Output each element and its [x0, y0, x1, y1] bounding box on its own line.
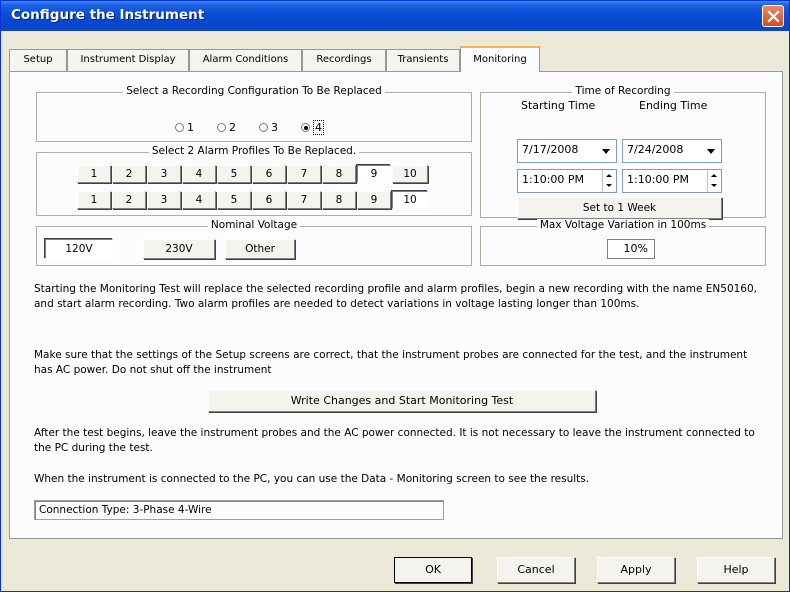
- alarm-profile-row1-1[interactable]: 1: [77, 165, 111, 183]
- start-date-picker[interactable]: 7/17/2008: [517, 139, 617, 163]
- monitoring-panel: Select a Recording Configuration To Be R…: [9, 71, 783, 539]
- alarm-profile-row2-9[interactable]: 9: [357, 191, 391, 209]
- tab-monitoring[interactable]: Monitoring: [460, 46, 540, 72]
- tab-setup[interactable]: Setup: [9, 49, 67, 71]
- spin-up-icon[interactable]: [707, 170, 721, 181]
- spin-down-icon[interactable]: [602, 181, 616, 192]
- radio-selected-icon: [301, 123, 310, 132]
- start-monitoring-button[interactable]: Write Changes and Start Monitoring Test: [208, 390, 596, 412]
- tab-recordings[interactable]: Recordings: [302, 49, 386, 71]
- radio-config-4[interactable]: 4: [301, 120, 324, 135]
- ending-time-label: Ending Time: [639, 99, 708, 112]
- info-paragraph-2: Make sure that the settings of the Setup…: [34, 349, 748, 376]
- end-date-picker[interactable]: 7/24/2008: [622, 139, 722, 163]
- radio-label: 3: [271, 121, 278, 134]
- spin-up-icon[interactable]: [602, 170, 616, 181]
- ok-button[interactable]: OK: [394, 557, 472, 583]
- alarm-profiles-title: Select 2 Alarm Profiles To Be Replaced.: [148, 145, 360, 157]
- radio-label: 1: [187, 121, 194, 134]
- connection-type-box: Connection Type: 3-Phase 4-Wire: [34, 500, 444, 520]
- tab-alarm-conditions[interactable]: Alarm Conditions: [189, 49, 302, 71]
- voltage-120v-button[interactable]: 120V: [45, 239, 113, 259]
- close-button[interactable]: [762, 5, 784, 27]
- radio-label: 4: [313, 120, 324, 135]
- recording-config-title: Select a Recording Configuration To Be R…: [123, 85, 385, 97]
- radio-circle-icon: [175, 123, 184, 132]
- chevron-down-icon[interactable]: [598, 141, 615, 161]
- alarm-profile-row2-7[interactable]: 7: [287, 191, 321, 209]
- nominal-voltage-group: Nominal Voltage 120V 230V Other: [36, 219, 472, 266]
- radio-circle-icon: [259, 123, 268, 132]
- radio-config-3[interactable]: 3: [259, 121, 278, 134]
- apply-button[interactable]: Apply: [597, 557, 675, 583]
- radio-circle-icon: [217, 123, 226, 132]
- end-time-spinner[interactable]: [707, 170, 721, 192]
- cancel-button[interactable]: Cancel: [497, 557, 575, 583]
- recording-config-group: Select a Recording Configuration To Be R…: [36, 85, 472, 142]
- start-time-field[interactable]: 1:10:00 PM: [517, 169, 617, 193]
- time-of-recording-title: Time of Recording: [572, 85, 674, 97]
- max-variation-title: Max Voltage Variation in 100ms: [536, 219, 710, 231]
- alarm-profile-row2-5[interactable]: 5: [217, 191, 251, 209]
- alarm-profile-row2-2[interactable]: 2: [112, 191, 146, 209]
- dialog-window: Configure the Instrument Setup Instrumen…: [0, 0, 790, 592]
- alarm-profile-row1-7[interactable]: 7: [287, 165, 321, 183]
- alarm-profile-row1-9[interactable]: 9: [357, 165, 391, 183]
- voltage-230v-button[interactable]: 230V: [143, 239, 215, 259]
- end-date-value: 7/24/2008: [627, 143, 684, 156]
- close-icon: [767, 10, 780, 23]
- voltage-other-button[interactable]: Other: [225, 239, 295, 259]
- title-bar[interactable]: Configure the Instrument: [1, 1, 789, 31]
- help-button[interactable]: Help: [697, 557, 775, 583]
- alarm-profile-row1-10[interactable]: 10: [392, 165, 428, 183]
- starting-time-label: Starting Time: [521, 99, 596, 112]
- alarm-profile-row1-2[interactable]: 2: [112, 165, 146, 183]
- start-time-value: 1:10:00 PM: [522, 173, 585, 186]
- alarm-profiles-group: Select 2 Alarm Profiles To Be Replaced. …: [36, 145, 472, 216]
- chevron-down-icon[interactable]: [703, 141, 720, 161]
- alarm-profile-row1-8[interactable]: 8: [322, 165, 356, 183]
- alarm-profile-row2-1[interactable]: 1: [77, 191, 111, 209]
- max-variation-input[interactable]: 10%: [607, 239, 655, 259]
- alarm-profile-row1-4[interactable]: 4: [182, 165, 216, 183]
- info-paragraph-3: After the test begins, leave the instrum…: [34, 427, 755, 454]
- tab-instrument-display[interactable]: Instrument Display: [67, 49, 189, 71]
- radio-config-2[interactable]: 2: [217, 121, 236, 134]
- max-variation-group: Max Voltage Variation in 100ms 10%: [480, 219, 766, 266]
- info-paragraph-4: When the instrument is connected to the …: [34, 473, 590, 485]
- alarm-profile-row2-10[interactable]: 10: [392, 191, 428, 209]
- alarm-profile-row2-8[interactable]: 8: [322, 191, 356, 209]
- alarm-profile-row2-6[interactable]: 6: [252, 191, 286, 209]
- spin-down-icon[interactable]: [707, 181, 721, 192]
- end-time-value: 1:10:00 PM: [627, 173, 690, 186]
- alarm-profile-row1-3[interactable]: 3: [147, 165, 181, 183]
- alarm-profile-row1-5[interactable]: 5: [217, 165, 251, 183]
- start-date-value: 7/17/2008: [522, 143, 579, 156]
- set-to-1-week-button[interactable]: Set to 1 Week: [517, 197, 722, 219]
- start-time-spinner[interactable]: [602, 170, 616, 192]
- alarm-profile-row2-3[interactable]: 3: [147, 191, 181, 209]
- window-title: Configure the Instrument: [11, 7, 205, 23]
- tab-transients[interactable]: Transients: [386, 49, 460, 71]
- time-of-recording-group: Time of Recording Starting Time Ending T…: [480, 85, 766, 219]
- radio-config-1[interactable]: 1: [175, 121, 194, 134]
- alarm-profile-row2-4[interactable]: 4: [182, 191, 216, 209]
- end-time-field[interactable]: 1:10:00 PM: [622, 169, 722, 193]
- radio-label: 2: [229, 121, 236, 134]
- info-paragraph-1: Starting the Monitoring Test will replac…: [34, 283, 757, 310]
- nominal-voltage-title: Nominal Voltage: [207, 219, 301, 231]
- alarm-profile-row1-6[interactable]: 6: [252, 165, 286, 183]
